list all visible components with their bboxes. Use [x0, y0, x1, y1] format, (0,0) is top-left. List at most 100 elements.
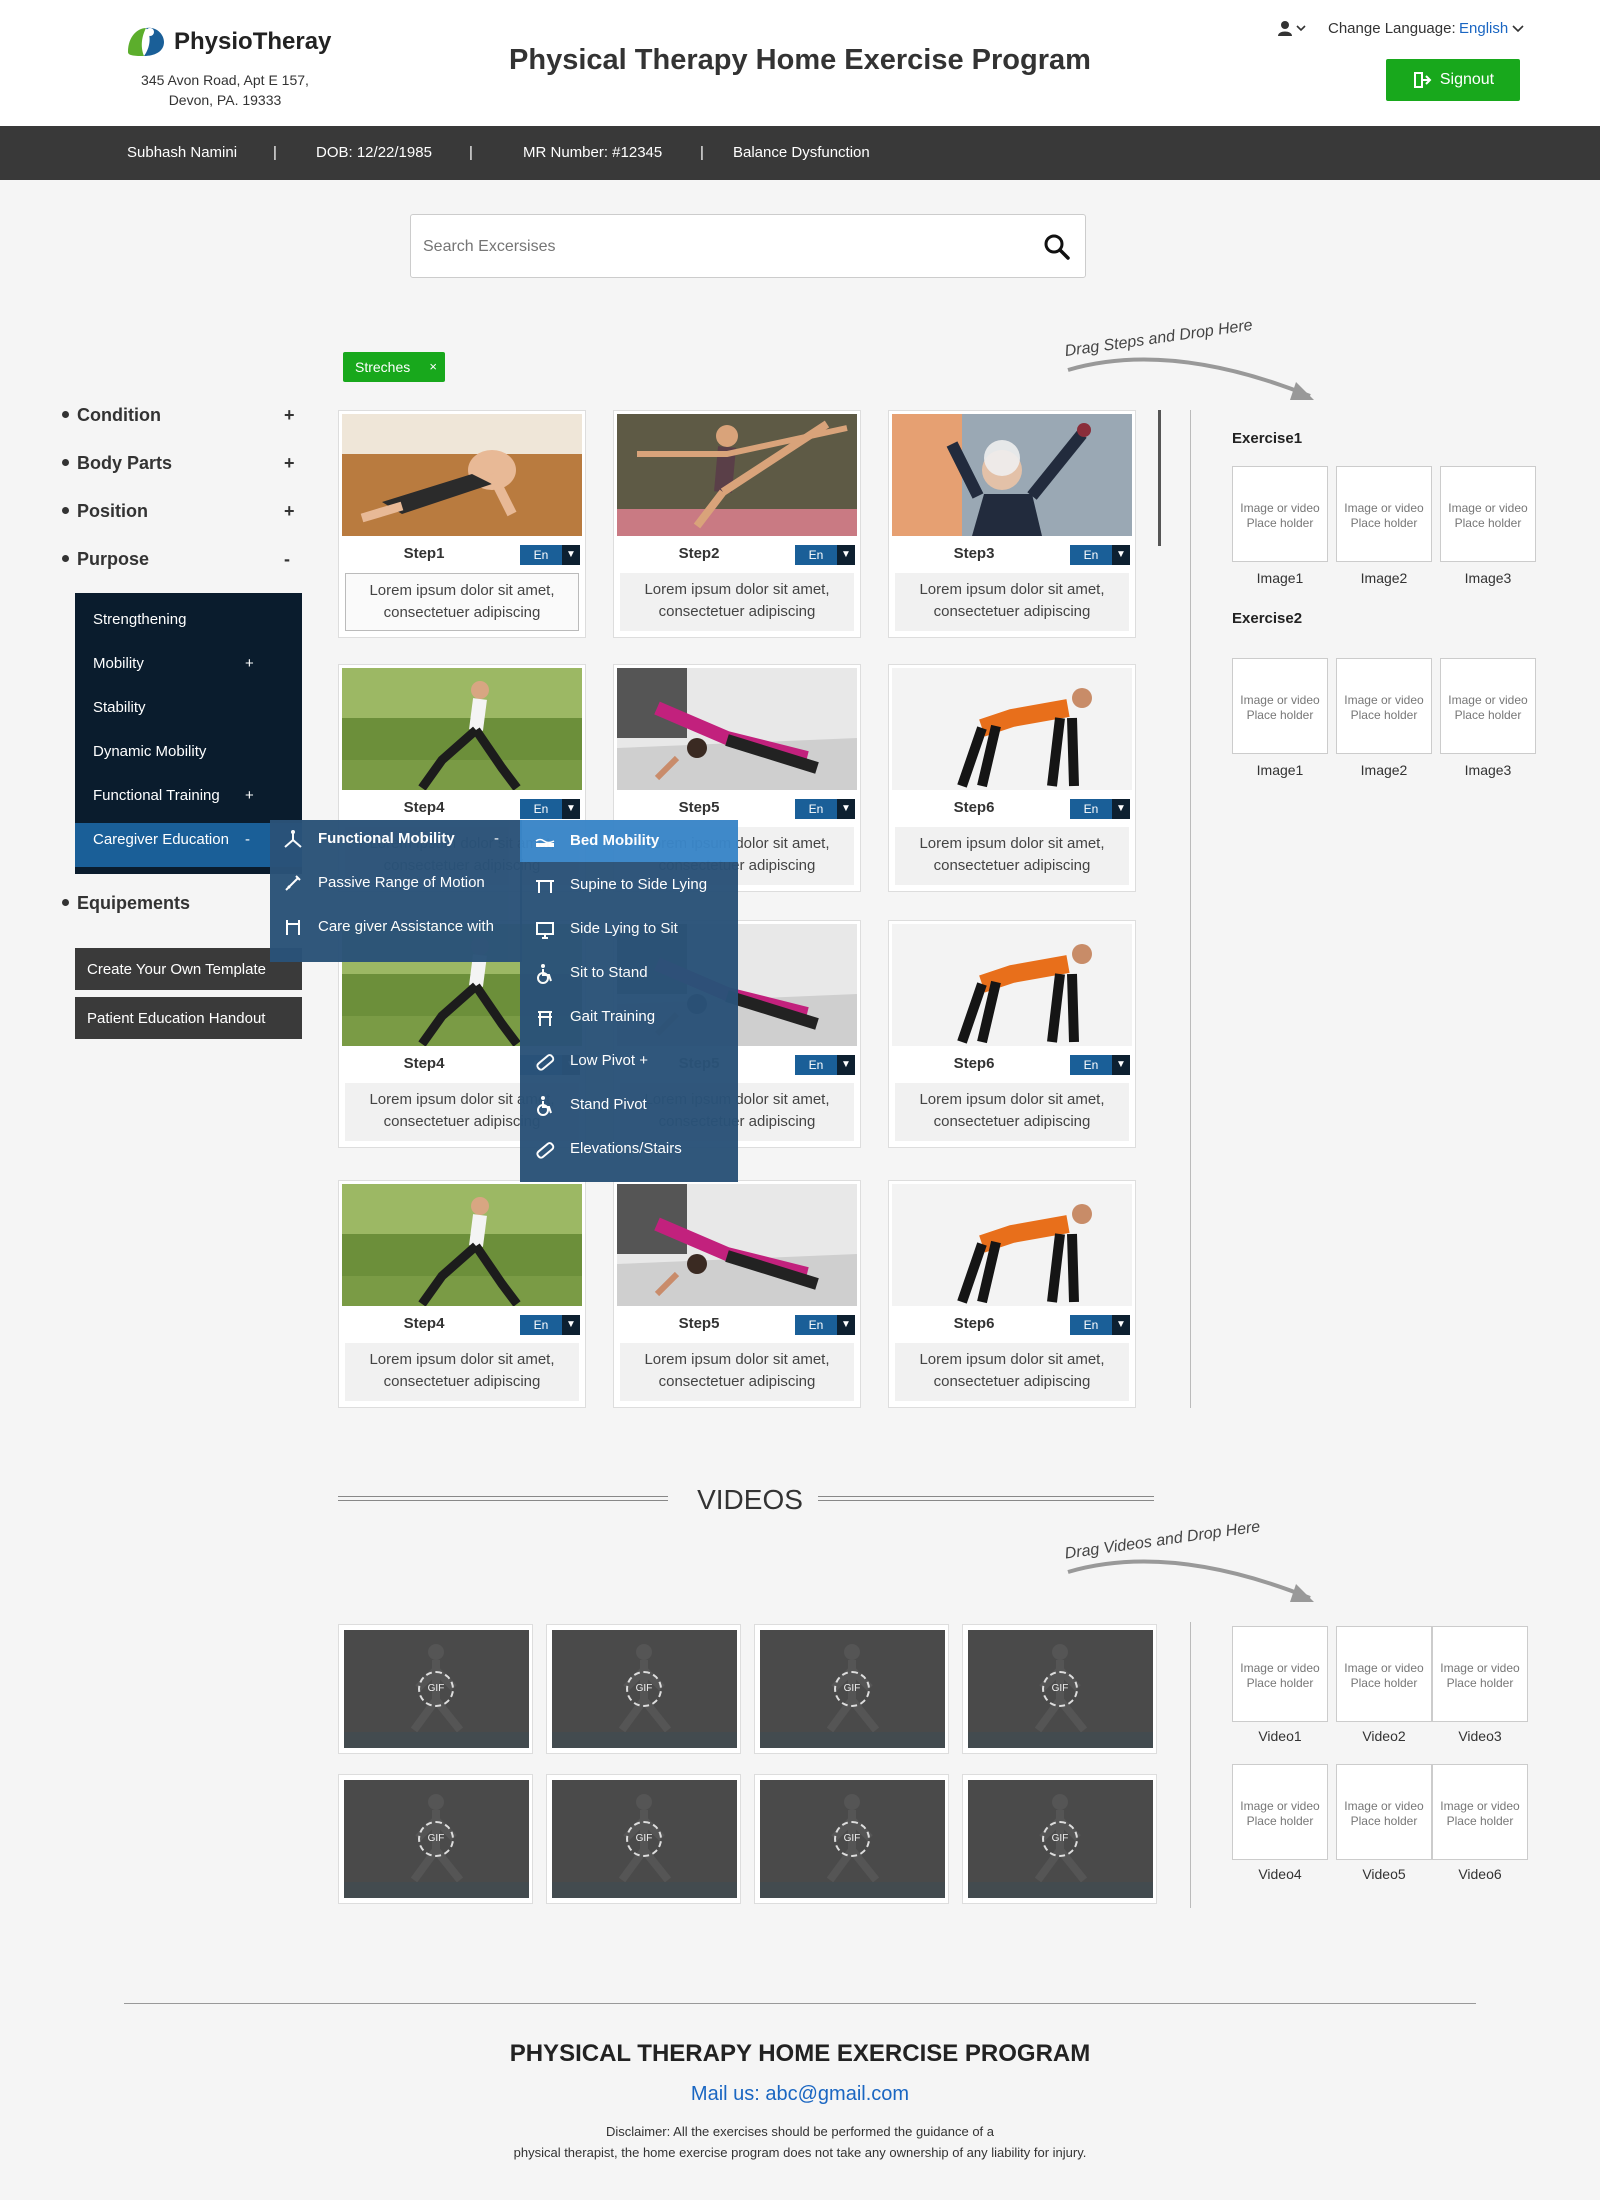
language-select[interactable]: En ▼ [795, 1315, 855, 1335]
exercise-card[interactable]: Step2 En ▼ Lorem ipsum dolor sit amet, conse… [613, 410, 861, 638]
exercise-card[interactable]: Step4 En ▼ Lorem ipsum dolor sit amet, conse… [338, 1180, 586, 1408]
purpose-item-dynamic-mobility[interactable]: Dynamic Mobility [93, 743, 206, 760]
caregiver-item-assistance[interactable]: Care giver Assistance with [318, 918, 494, 935]
mobility-item-supine[interactable]: Supine to Side Lying [570, 876, 707, 893]
image-drop-slot[interactable]: Image or video Place holder [1232, 466, 1328, 562]
exercise-image[interactable] [617, 1184, 857, 1306]
video-thumbnail[interactable]: GIF [338, 1624, 533, 1754]
purpose-item-mobility[interactable]: Mobility [93, 655, 144, 672]
collapse-toggle[interactable]: - [245, 831, 250, 848]
exercise-card[interactable]: Step6 En ▼ Lorem ipsum dolor sit amet, conse… [888, 1180, 1136, 1408]
mobility-item-gait-training[interactable]: Gait Training [570, 1008, 655, 1025]
video-drop-slot[interactable]: Image or video Place holder [1336, 1764, 1432, 1860]
language-select[interactable]: En ▼ [1070, 799, 1130, 819]
wheelchair-tripod-icon [284, 830, 302, 848]
language-select[interactable]: En ▼ [795, 1055, 855, 1075]
language-dropdown[interactable]: English [1459, 20, 1524, 37]
mobility-item-elevations[interactable]: Elevations/Stairs [570, 1140, 682, 1157]
language-code: En [1083, 548, 1099, 562]
category-body-parts[interactable]: Body Parts [62, 453, 172, 474]
category-position[interactable]: Position [62, 501, 148, 522]
exercise-card[interactable]: Step6 En ▼ Lorem ipsum dolor sit amet, conse… [888, 664, 1136, 892]
gif-badge: GIF [418, 1671, 454, 1707]
caregiver-item-functional-mobility[interactable]: Functional Mobility [318, 830, 455, 847]
exercise-description[interactable]: Lorem ipsum dolor sit amet, consectetuer … [345, 573, 579, 631]
video-drop-slot[interactable]: Image or video Place holder [1336, 1626, 1432, 1722]
category-purpose[interactable]: Purpose [62, 549, 149, 570]
category-condition[interactable]: Condition [62, 405, 161, 426]
search-input[interactable] [423, 233, 1003, 261]
exercise-image[interactable] [892, 668, 1132, 790]
signout-button[interactable]: Signout [1386, 59, 1520, 101]
expand-toggle[interactable]: + [284, 453, 295, 474]
expand-toggle[interactable]: + [245, 787, 254, 804]
video-thumbnail[interactable]: GIF [754, 1774, 949, 1904]
scrollbar[interactable] [1158, 410, 1161, 546]
video-preview: GIF [344, 1630, 529, 1748]
video-drop-slot[interactable]: Image or video Place holder [1232, 1764, 1328, 1860]
exercise-image[interactable] [892, 1184, 1132, 1306]
image-drop-slot[interactable]: Image or video Place holder [1440, 466, 1536, 562]
image-drop-slot[interactable]: Image or video Place holder [1336, 658, 1432, 754]
video-thumbnail[interactable]: GIF [962, 1624, 1157, 1754]
purpose-item-stability[interactable]: Stability [93, 699, 146, 716]
footer-mail-link[interactable]: Mail us: abc@gmail.com [300, 2083, 1300, 2106]
exercise-image[interactable] [892, 414, 1132, 536]
expand-toggle[interactable]: + [245, 655, 254, 672]
exercise-image[interactable] [342, 668, 582, 790]
language-select[interactable]: En ▼ [1070, 1315, 1130, 1335]
mobility-item-bed[interactable]: Bed Mobility [570, 832, 659, 849]
caregiver-submenu: Functional Mobility - Passive Range of M… [270, 820, 522, 962]
exercise-card[interactable]: Step3 En ▼ Lorem ipsum dolor sit amet, conse… [888, 410, 1136, 638]
exercise-image[interactable] [892, 924, 1132, 1046]
collapse-toggle[interactable]: - [284, 549, 290, 570]
video-thumbnail[interactable]: GIF [338, 1774, 533, 1904]
language-select[interactable]: En ▼ [520, 545, 580, 565]
language-select[interactable]: En ▼ [795, 799, 855, 819]
video-thumbnail[interactable]: GIF [546, 1624, 741, 1754]
video-drop-slot[interactable]: Image or video Place holder [1432, 1626, 1528, 1722]
expand-toggle[interactable]: + [284, 405, 295, 426]
language-select[interactable]: En ▼ [1070, 545, 1130, 565]
exercise-image[interactable] [617, 668, 857, 790]
category-equipements[interactable]: Equipements [62, 893, 190, 914]
video-drop-slot[interactable]: Image or video Place holder [1432, 1764, 1528, 1860]
user-icon[interactable] [1277, 20, 1309, 38]
image-drop-slot[interactable]: Image or video Place holder [1232, 658, 1328, 754]
video-thumbnail[interactable]: GIF [546, 1774, 741, 1904]
remove-tag-icon[interactable]: × [429, 359, 437, 374]
exercise-image[interactable] [342, 414, 582, 536]
video-thumbnail[interactable]: GIF [962, 1774, 1157, 1904]
mobility-item-low-pivot[interactable]: Low Pivot + [570, 1052, 648, 1069]
video-drop-slot[interactable]: Image or video Place holder [1232, 1626, 1328, 1722]
search-icon[interactable] [1043, 233, 1071, 261]
wheelchair-icon [537, 1096, 552, 1116]
patient-handout-button[interactable]: Patient Education Handout [75, 997, 302, 1039]
exercise-image[interactable] [617, 414, 857, 536]
mobility-item-stand-pivot[interactable]: Stand Pivot [570, 1096, 647, 1113]
collapse-toggle[interactable]: - [494, 830, 499, 847]
exercise-card[interactable]: Step1 En ▼ Lorem ipsum dolor sit amet, conse… [338, 410, 586, 638]
image-drop-slot[interactable]: Image or video Place holder [1440, 658, 1536, 754]
exercise-image[interactable] [342, 1184, 582, 1306]
step-label: Step2 [678, 545, 720, 562]
purpose-item-functional-training[interactable]: Functional Training [93, 787, 220, 804]
caregiver-item-passive-range[interactable]: Passive Range of Motion [318, 874, 485, 891]
expand-toggle[interactable]: + [284, 501, 295, 522]
exercise-card[interactable]: Step6 En ▼ Lorem ipsum dolor sit amet, conse… [888, 920, 1136, 1148]
image-drop-slot[interactable]: Image or video Place holder [1336, 466, 1432, 562]
mobility-item-side-lying[interactable]: Side Lying to Sit [570, 920, 678, 937]
language-select[interactable]: En ▼ [520, 1315, 580, 1335]
placeholder-text: Place holder [1454, 708, 1522, 722]
mobility-item-sit-to-stand[interactable]: Sit to Stand [570, 964, 648, 981]
video-thumbnail[interactable]: GIF [754, 1624, 949, 1754]
language-select[interactable]: En ▼ [1070, 1055, 1130, 1075]
language-select[interactable]: En ▼ [795, 545, 855, 565]
exercise-card[interactable]: Step5 En ▼ Lorem ipsum dolor sit amet, conse… [613, 1180, 861, 1408]
step-label: Step5 [678, 1315, 720, 1332]
purpose-item-strengthening[interactable]: Strengthening [93, 611, 186, 628]
panel-divider [1190, 1622, 1191, 1908]
language-select[interactable]: En ▼ [520, 799, 580, 819]
purpose-item-caregiver-education[interactable]: Caregiver Education [93, 831, 229, 848]
create-template-button[interactable]: Create Your Own Template [75, 948, 302, 990]
